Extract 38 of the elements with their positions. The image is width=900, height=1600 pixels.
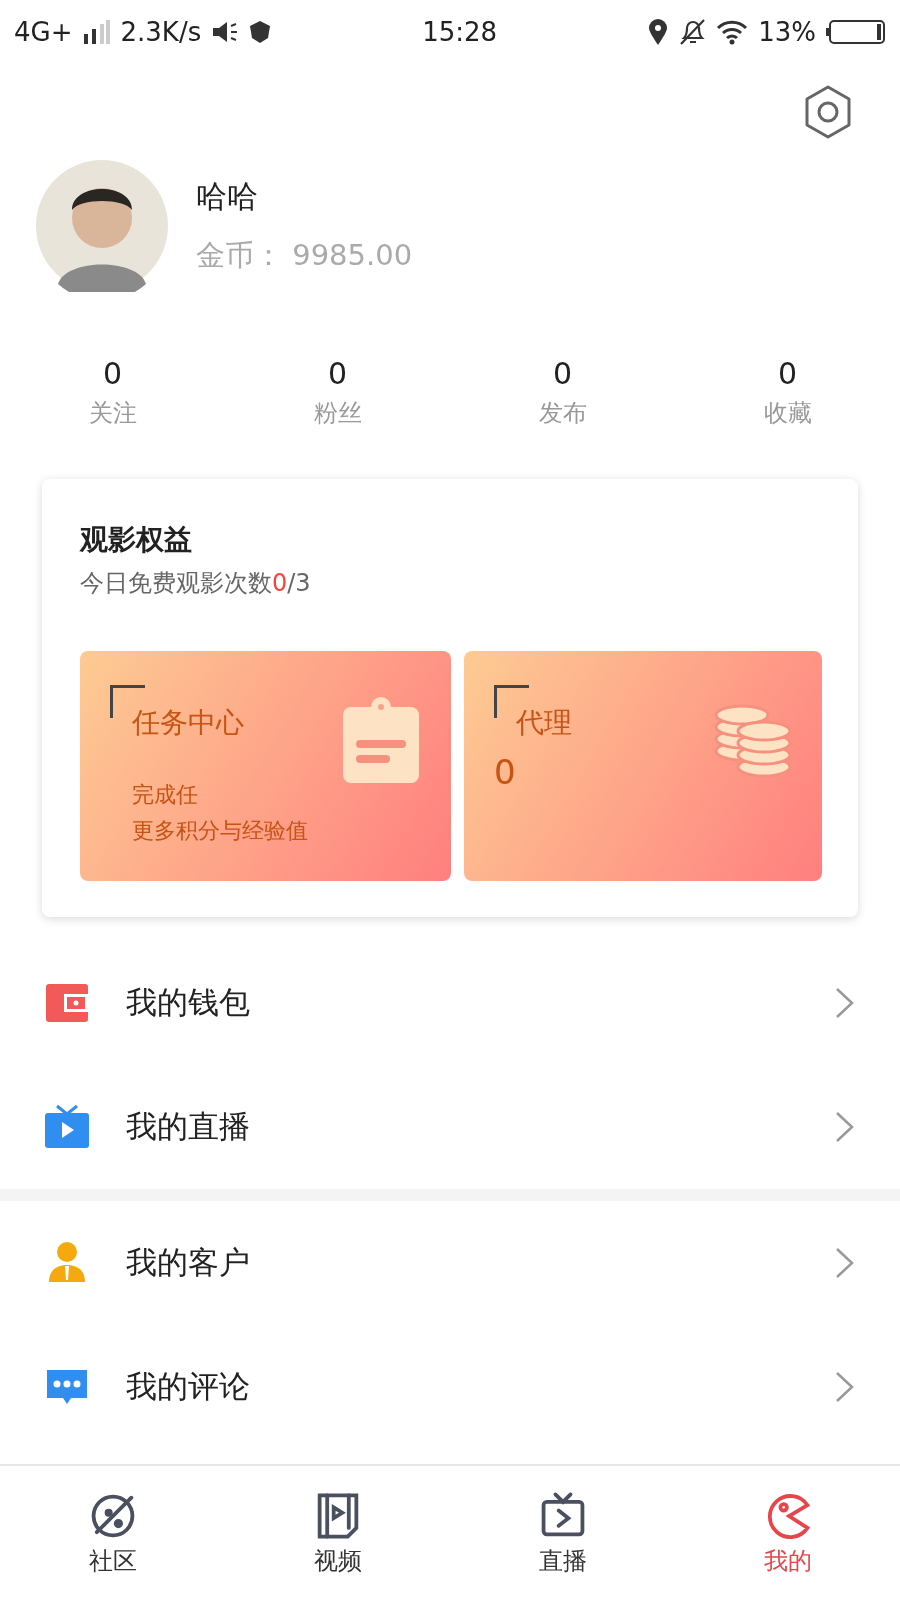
menu-item[interactable]: 我的直播 <box>0 1065 900 1189</box>
feature-description: 更多积分与经验值 <box>132 817 309 845</box>
shield-icon <box>249 20 272 44</box>
battery-icon <box>826 19 886 45</box>
chevron-right-icon <box>834 1110 856 1144</box>
menu-item[interactable]: 我的评论 <box>0 1325 900 1449</box>
chevron-right-icon <box>834 1246 856 1280</box>
feature-description: 完成任 <box>132 781 199 809</box>
menu-item[interactable]: 我的客户 <box>0 1201 900 1325</box>
free-views-count: 今日免费观影次数0/3 <box>80 568 312 599</box>
card-title: 观影权益 <box>80 522 193 558</box>
wifi-icon <box>716 19 749 45</box>
user-name: 哈哈 <box>196 177 259 216</box>
stat-value: 0 <box>777 356 798 391</box>
tab[interactable]: 视频 <box>225 1466 450 1600</box>
battery-level: 13% <box>758 17 816 47</box>
clipboard-icon <box>341 695 421 785</box>
network-speed: 2.3K/s <box>120 17 202 47</box>
tab[interactable]: 直播 <box>450 1466 675 1600</box>
stat-value: 0 <box>552 356 573 391</box>
tab[interactable]: 社区 <box>0 1466 225 1600</box>
network-type: 4G+ <box>14 17 73 47</box>
feature-title: 任务中心 <box>132 705 245 741</box>
stat-value: 0 <box>102 356 123 391</box>
tv-icon <box>44 1104 90 1150</box>
chevron-right-icon <box>834 1370 856 1404</box>
coin-balance: 金币： 9985.00 <box>196 237 413 274</box>
tab[interactable]: 我的 <box>675 1466 900 1600</box>
stat-value: 0 <box>327 356 348 391</box>
agent-count: 0 <box>494 752 517 792</box>
bell-off-icon <box>678 18 707 46</box>
signal-icon <box>82 20 111 44</box>
chevron-right-icon <box>834 986 856 1020</box>
menu-item[interactable]: 我的钱包 <box>0 941 900 1065</box>
feature-title: 代理 <box>516 705 573 741</box>
clock: 15:28 <box>422 17 498 47</box>
mute-icon <box>211 20 240 44</box>
location-icon <box>648 19 669 45</box>
